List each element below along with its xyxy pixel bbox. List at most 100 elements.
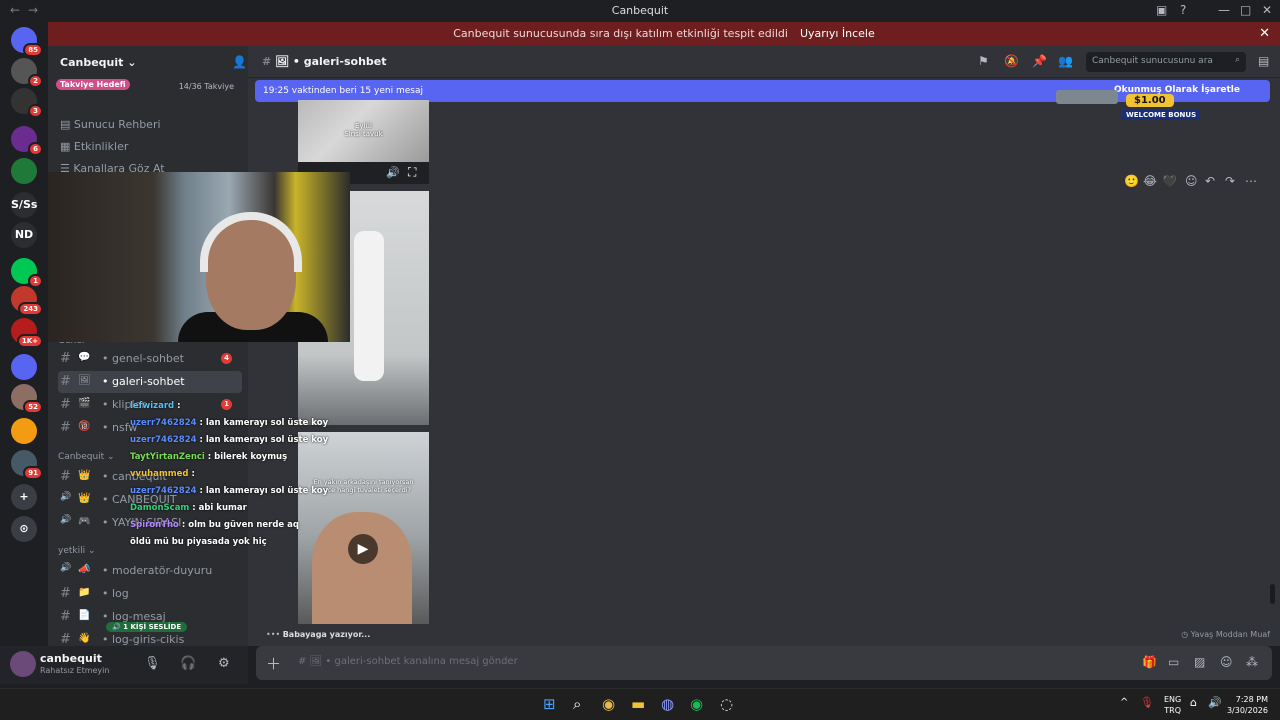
hash-icon: # [60,586,71,601]
unread-badge: 91 [23,466,43,480]
server-icon[interactable]: 52 [11,384,43,414]
reply-icon[interactable]: ↶ [1205,174,1215,188]
add-reaction-icon[interactable]: ☺ [1185,174,1198,188]
heart-react-icon[interactable]: 🖤 [1162,174,1177,188]
category-yetkili[interactable]: yetkili ⌄ [58,546,96,556]
server-name[interactable]: Canbequit ⌄ [60,56,136,69]
channel-galeri-sohbet[interactable]: # 🖼 • galeri-sohbet [58,371,242,393]
close-icon[interactable]: ✕ [1259,26,1270,41]
microphone-icon[interactable]: 🎙 [144,656,161,671]
channel-name: • galeri-sohbet [102,375,185,388]
media-caption-1: Eylül Sinsi tavuk [344,122,383,138]
voice-badge[interactable]: 🔊 1 KİŞİ SESLİDE [106,622,188,632]
nav-events[interactable]: ▦ Etkinlikler [60,140,128,153]
server-icon[interactable]: 1K+ [11,318,43,348]
media-face [312,512,412,624]
hash-icon: # [60,374,71,389]
boost-goal[interactable]: Takviye Hedefi 14/36 Takviye [56,79,240,96]
mic-tray-icon[interactable]: 🎙 [1140,696,1154,709]
minimize-icon[interactable]: — [1218,3,1230,17]
gear-icon[interactable]: ⚙ [218,656,230,671]
add-member-icon[interactable]: 👤 [232,55,247,69]
gif-icon[interactable]: ▭ [1168,655,1179,669]
chat-line: uzerr7462824 : lan kamerayı sol üste koy [130,432,328,449]
emoji-icon[interactable]: ☺ [1220,655,1233,669]
channel-genel-sohbet[interactable]: # 💬 • genel-sohbet 4 [58,348,242,370]
chat-username: SpironTho [130,520,179,530]
search-input[interactable]: Canbequit sunucusunu ara ⌕ [1086,52,1246,72]
fullscreen-icon[interactable]: ⛶ [408,165,416,180]
channel-moderatör-duyuru[interactable]: 🔊 📣 • moderatör-duyuru [58,560,242,582]
emoji-react-icon[interactable]: 🙂 [1124,174,1139,188]
language-indicator[interactable]: ENG TRQ [1164,694,1181,716]
volume-icon[interactable]: 🔊 [386,166,400,179]
server-icon[interactable]: S/Ss [11,192,37,218]
inbox-icon[interactable]: ▣ [1156,3,1167,17]
maximize-icon[interactable]: □ [1240,3,1251,17]
channel-emoji-icon: 🔞 [78,421,91,432]
members-icon[interactable]: 👥 [1058,54,1073,68]
inbox-icon[interactable]: ▤ [1258,54,1269,68]
webcam-overlay [48,172,350,342]
server-icon[interactable] [11,418,37,444]
media-image-1[interactable]: Eylül Sinsi tavuk [298,100,429,162]
unread-badge: 1K+ [16,334,43,348]
search-icon[interactable]: ⌕ [573,695,581,713]
unread-badge: 1 [28,274,43,288]
file-explorer-icon[interactable]: ▬ [631,695,645,713]
chat-line: uzerr7462824 : lan kamerayı sol üste koy [130,415,328,432]
threads-icon[interactable]: ⚑ [978,54,989,68]
sticker-icon[interactable]: ▨ [1194,655,1205,669]
spotify-icon[interactable]: ◉ [690,695,703,713]
server-icon[interactable] [11,354,37,380]
notice-bar: Canbequit sunucusunda sıra dışı katılım … [48,22,1280,46]
gift-icon[interactable]: 🎁 [1142,655,1157,669]
category-canbequit[interactable]: Canbequit ⌄ [58,452,115,462]
server-icon[interactable]: 1 [11,258,43,288]
more-icon[interactable]: ⋯ [1245,174,1257,188]
server-icon[interactable]: 91 [11,450,43,480]
chrome-icon[interactable]: ◉ [602,695,615,713]
typing-indicator: ••• Babayaga yazıyor... [266,630,371,639]
app-icon[interactable]: ◌ [720,695,733,713]
discover-icon[interactable]: ⊙ [11,516,37,542]
add-attachment-icon[interactable]: ＋ [266,653,281,674]
scrollbar[interactable] [1270,584,1275,604]
laugh-react-icon[interactable]: 😂 [1143,174,1157,188]
clock[interactable]: 7:28 PM 3/30/2026 [1227,694,1268,716]
forward-icon[interactable]: ↷ [1225,174,1235,188]
media-video-3[interactable]: En yakın arkadaşını tanıyorsan sence han… [298,432,429,624]
channel-name: • genel-sohbet [102,352,184,365]
server-icon[interactable]: 2 [11,58,43,88]
help-icon[interactable]: ? [1180,3,1186,17]
volume-tray-icon[interactable]: 🔊 [1208,696,1222,709]
avatar[interactable] [10,651,36,677]
server-icon[interactable]: 6 [11,126,43,156]
channel-emoji-icon: 👑 [78,493,91,504]
nav-server-guide[interactable]: ▤ Sunucu Rehberi [60,118,161,131]
server-icon[interactable]: 85 [11,27,43,57]
discord-icon[interactable]: ◍ [661,695,674,713]
notification-bell-icon[interactable]: 🔕 [1004,54,1019,68]
chat-message: : [174,401,181,411]
message-composer[interactable]: ＋ # 🖼 • galeri-sohbet kanalına mesaj gön… [256,646,1272,680]
network-icon[interactable]: ⌂ [1190,696,1197,709]
server-icon[interactable]: ND [11,222,37,248]
pin-icon[interactable]: 📌 [1032,54,1047,68]
play-icon[interactable]: ▶ [348,534,378,564]
server-icon[interactable]: 3 [11,88,43,118]
hash-icon: # [60,632,71,647]
unread-badge: 2 [28,74,43,88]
server-icon[interactable] [11,158,37,184]
channel-log[interactable]: # 📁 • log [58,583,242,605]
windows-start-icon[interactable]: ⊞ [543,695,556,713]
headphones-icon[interactable]: 🎧 [180,656,196,671]
tray-chevron-icon[interactable]: ^ [1120,697,1128,708]
close-window-icon[interactable]: ✕ [1262,3,1272,17]
chat-message: : abi kumar [189,503,247,513]
apps-icon[interactable]: ⁂ [1246,655,1258,669]
search-icon: ⌕ [1234,55,1240,65]
server-icon[interactable]: 243 [11,286,43,316]
add-server-icon[interactable]: + [11,484,37,510]
notice-link[interactable]: Uyarıyı İncele [800,27,875,40]
